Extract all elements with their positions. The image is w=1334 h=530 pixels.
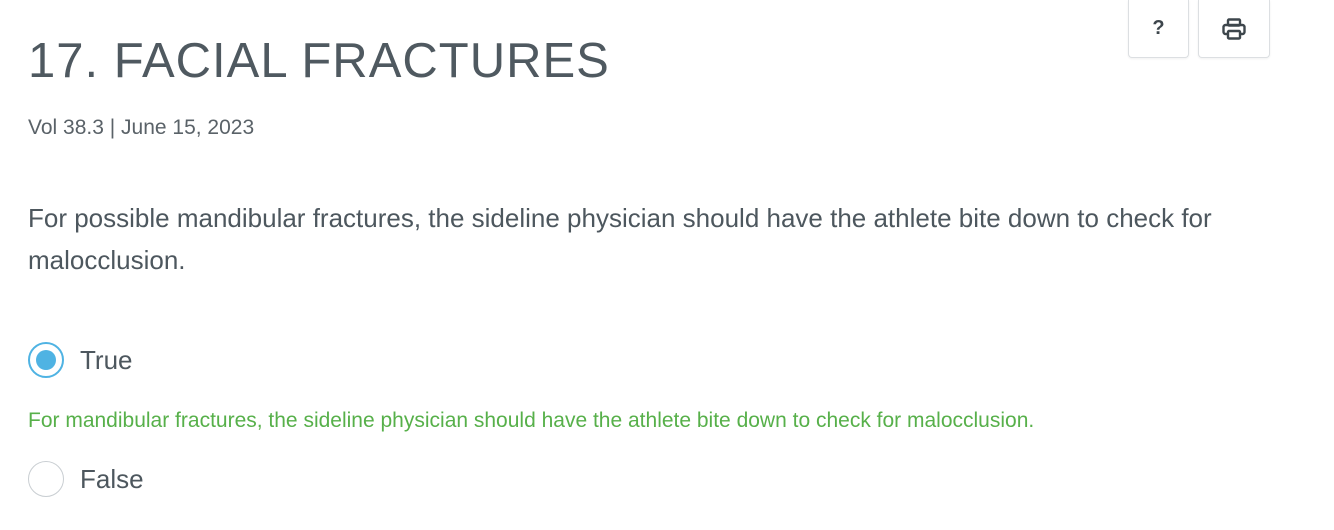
- help-button[interactable]: ?: [1128, 0, 1189, 58]
- printer-icon: [1222, 17, 1246, 40]
- answer-feedback: For mandibular fractures, the sideline p…: [28, 409, 1035, 432]
- option-true[interactable]: True: [28, 342, 133, 378]
- page-title: 17. FACIAL FRACTURES: [28, 34, 610, 88]
- radio-false[interactable]: [28, 461, 64, 497]
- volume-date: Vol 38.3 | June 15, 2023: [28, 116, 255, 139]
- toolbar: ?: [1128, 0, 1270, 58]
- question-mark-icon: ?: [1152, 17, 1165, 39]
- option-label-true: True: [80, 345, 133, 375]
- radio-selected-dot: [36, 350, 56, 370]
- option-false[interactable]: False: [28, 461, 144, 497]
- radio-true[interactable]: [28, 342, 64, 378]
- print-button[interactable]: [1198, 0, 1270, 58]
- option-label-false: False: [80, 464, 144, 494]
- question-text: For possible mandibular fractures, the s…: [28, 203, 1212, 275]
